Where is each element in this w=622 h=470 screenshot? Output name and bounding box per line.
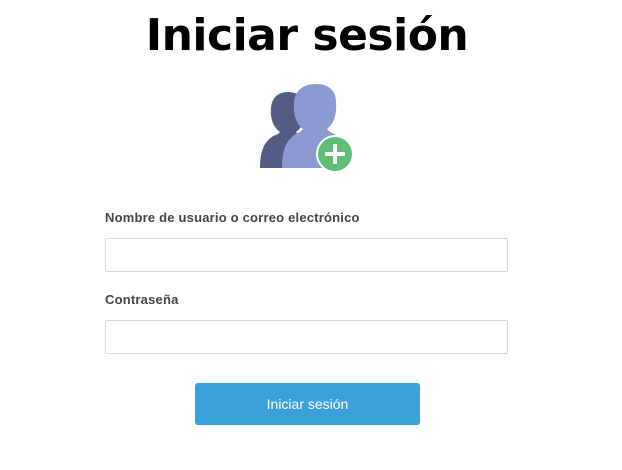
- users-add-icon: [260, 84, 354, 173]
- username-label: Nombre de usuario o correo electrónico: [105, 210, 360, 225]
- login-button[interactable]: Iniciar sesión: [195, 383, 420, 425]
- login-page: Iniciar sesión Nombre de usuario o corre…: [0, 0, 622, 470]
- password-label: Contraseña: [105, 292, 179, 307]
- username-input[interactable]: [105, 238, 508, 272]
- password-input[interactable]: [105, 320, 508, 354]
- page-title: Iniciar sesión: [145, 10, 469, 61]
